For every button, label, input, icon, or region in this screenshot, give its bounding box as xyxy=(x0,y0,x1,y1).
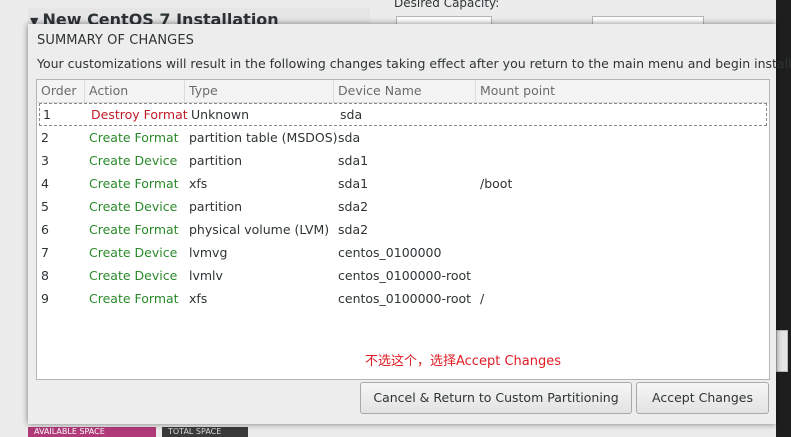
row-action: Create Format xyxy=(89,222,179,237)
column-order[interactable]: Order xyxy=(37,80,85,102)
column-type[interactable]: Type xyxy=(185,80,334,102)
table-row[interactable]: 4 Create Format xfs sda1 /boot xyxy=(37,172,769,195)
row-type: xfs xyxy=(189,291,208,306)
row-device: sda2 xyxy=(338,199,369,214)
row-type: xfs xyxy=(189,176,208,191)
dialog-title: SUMMARY OF CHANGES xyxy=(37,33,195,48)
row-type: Unknown xyxy=(191,107,250,122)
total-space-badge: TOTAL SPACE xyxy=(162,427,248,437)
table-row[interactable]: 6 Create Format physical volume (LVM) sd… xyxy=(37,218,769,241)
row-device: centos_0100000-root xyxy=(338,291,472,306)
list-header: Order Action Type Device Name Mount poin… xyxy=(37,80,769,103)
accept-changes-button[interactable]: Accept Changes xyxy=(636,382,769,414)
row-order: 1 xyxy=(43,107,51,122)
row-type: partition table (MSDOS) xyxy=(189,130,338,145)
row-action: Create Device xyxy=(89,199,178,214)
table-row[interactable]: 7 Create Device lvmvg centos_0100000 xyxy=(37,241,769,264)
column-mount-point[interactable]: Mount point xyxy=(476,80,769,102)
cancel-return-button[interactable]: Cancel & Return to Custom Partitioning xyxy=(360,382,632,414)
row-type: lvmlv xyxy=(189,268,223,283)
row-order: 8 xyxy=(41,268,49,283)
row-device: sda1 xyxy=(338,153,369,168)
annotation-note: 不选这个，选择Accept Changes xyxy=(365,354,561,369)
row-action: Create Device xyxy=(89,268,178,283)
changes-list[interactable]: Order Action Type Device Name Mount poin… xyxy=(36,79,770,380)
desired-capacity-label: Desired Capacity: xyxy=(394,0,500,10)
row-action: Create Format xyxy=(89,291,179,306)
table-row[interactable]: 9 Create Format xfs centos_0100000-root … xyxy=(37,287,769,310)
row-action: Create Device xyxy=(89,153,178,168)
table-row[interactable]: 3 Create Device partition sda1 xyxy=(37,149,769,172)
row-device: sda1 xyxy=(338,176,369,191)
row-action: Create Format xyxy=(89,130,179,145)
row-type: physical volume (LVM) xyxy=(189,222,330,237)
row-type: partition xyxy=(189,199,243,214)
table-row[interactable]: 5 Create Device partition sda2 xyxy=(37,195,769,218)
row-type: lvmvg xyxy=(189,245,228,260)
summary-of-changes-dialog: SUMMARY OF CHANGES Your customizations w… xyxy=(28,24,791,424)
row-order: 9 xyxy=(41,291,49,306)
row-device: centos_0100000-root xyxy=(338,268,472,283)
table-row[interactable]: 8 Create Device lvmlv centos_0100000-roo… xyxy=(37,264,769,287)
row-order: 4 xyxy=(41,176,49,191)
row-device: sda xyxy=(340,107,363,122)
row-device: sda xyxy=(338,130,361,145)
row-order: 2 xyxy=(41,130,49,145)
column-device-name[interactable]: Device Name xyxy=(334,80,476,102)
row-mount: /boot xyxy=(480,176,513,191)
row-order: 7 xyxy=(41,245,49,260)
row-order: 5 xyxy=(41,199,49,214)
table-row[interactable]: 1 Destroy Format Unknown sda xyxy=(39,103,767,126)
row-mount: / xyxy=(480,291,485,306)
row-device: centos_0100000 xyxy=(338,245,442,260)
row-order: 6 xyxy=(41,222,49,237)
right-edge-widget xyxy=(776,330,788,372)
dialog-description: Your customizations will result in the f… xyxy=(37,56,791,71)
column-action[interactable]: Action xyxy=(85,80,185,102)
row-type: partition xyxy=(189,153,243,168)
row-action: Create Format xyxy=(89,176,179,191)
row-device: sda2 xyxy=(338,222,369,237)
row-action: Create Device xyxy=(89,245,178,260)
row-action: Destroy Format xyxy=(91,107,188,122)
available-space-badge: AVAILABLE SPACE xyxy=(28,427,156,437)
table-row[interactable]: 2 Create Format partition table (MSDOS) … xyxy=(37,126,769,149)
row-order: 3 xyxy=(41,153,49,168)
